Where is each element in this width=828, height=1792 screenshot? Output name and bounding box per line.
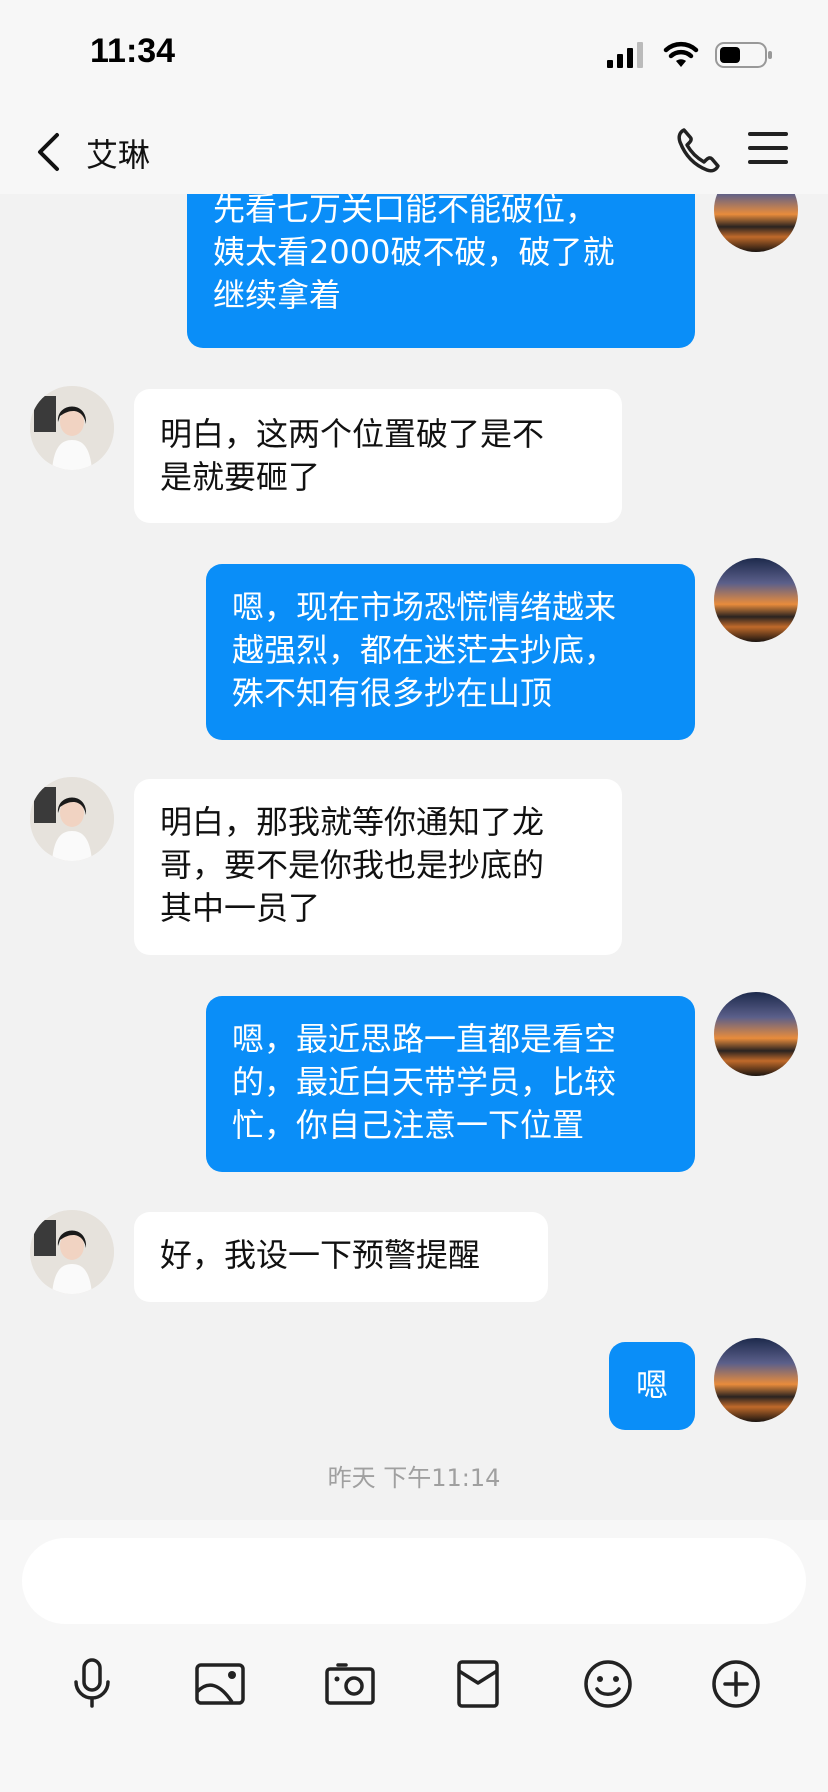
message-line: 哥，要不是你我也是抄底的 xyxy=(160,846,545,884)
plus-icon xyxy=(712,1660,760,1708)
message-bubble[interactable]: 好，我设一下预警提醒 xyxy=(134,1212,548,1302)
emoji-button[interactable] xyxy=(580,1656,636,1712)
avatar-self[interactable] xyxy=(714,992,798,1076)
avatar-self[interactable] xyxy=(714,558,798,642)
message-line: 好，我设一下预警提醒 xyxy=(160,1236,481,1274)
status-time: 11:34 xyxy=(90,32,176,70)
hamburger-icon xyxy=(748,132,788,164)
signal-icon xyxy=(607,42,643,68)
message-line: 嗯 xyxy=(635,1366,668,1404)
contact-photo xyxy=(30,777,114,861)
message-bubble[interactable]: 明白，那我就等你通知了龙 哥，要不是你我也是抄底的 其中一员了 xyxy=(134,779,622,955)
contact-photo xyxy=(30,1210,114,1294)
emoji-icon xyxy=(584,1660,632,1708)
status-icons xyxy=(607,40,773,70)
message-line: 殊不知有很多抄在山顶 xyxy=(232,674,553,712)
chat-screen: 11:34 艾琳 先看七万关口能不能破位， 姨太看2000破不破，破了就 继续拿… xyxy=(0,0,828,1792)
message-line: 明白，这两个位置破了是不 xyxy=(160,415,545,453)
camera-button[interactable] xyxy=(322,1656,378,1712)
message-line: 嗯，现在市场恐慌情绪越来 xyxy=(232,588,617,626)
input-toolbar xyxy=(0,1636,828,1732)
message-line: 明白，那我就等你通知了龙 xyxy=(160,803,545,841)
image-icon xyxy=(195,1663,245,1705)
message-bubble[interactable]: 嗯，最近思路一直都是看空 的，最近白天带学员，比较 忙，你自己注意一下位置 xyxy=(206,996,695,1172)
microphone-icon xyxy=(74,1658,110,1708)
message-line: 是就要砸了 xyxy=(160,458,321,496)
message-line: 其中一员了 xyxy=(160,889,321,927)
call-button[interactable] xyxy=(674,124,722,176)
status-bar: 11:34 xyxy=(0,0,828,110)
voice-button[interactable] xyxy=(64,1656,120,1712)
avatar-contact[interactable] xyxy=(30,1210,114,1294)
more-button[interactable] xyxy=(708,1656,764,1712)
battery-icon xyxy=(715,42,772,68)
contact-photo xyxy=(30,386,114,470)
avatar-self[interactable] xyxy=(714,194,798,252)
message-line: 的，最近白天带学员，比较 xyxy=(232,1063,617,1101)
wifi-icon xyxy=(663,41,699,67)
message-bubble[interactable]: 嗯，现在市场恐慌情绪越来 越强烈，都在迷茫去抄底， 殊不知有很多抄在山顶 xyxy=(206,564,695,740)
back-button[interactable] xyxy=(28,128,68,176)
message-line: 越强烈，都在迷茫去抄底， xyxy=(232,631,617,669)
camera-icon xyxy=(325,1663,375,1705)
input-area xyxy=(0,1520,828,1792)
message-bubble[interactable]: 嗯 xyxy=(609,1342,695,1430)
album-button[interactable] xyxy=(192,1656,248,1712)
menu-button[interactable] xyxy=(746,128,794,172)
avatar-contact[interactable] xyxy=(30,386,114,470)
message-line: 先看七万关口能不能破位， xyxy=(213,194,598,228)
message-bubble[interactable]: 先看七万关口能不能破位， 姨太看2000破不破，破了就 继续拿着 xyxy=(187,194,695,348)
chat-title: 艾琳 xyxy=(86,136,151,174)
avatar-contact[interactable] xyxy=(30,777,114,861)
message-bubble[interactable]: 明白，这两个位置破了是不 是就要砸了 xyxy=(134,389,622,523)
message-line: 忙，你自己注意一下位置 xyxy=(232,1106,585,1144)
message-line: 嗯，最近思路一直都是看空 xyxy=(232,1020,617,1058)
nav-bar: 艾琳 xyxy=(0,110,828,194)
message-line: 继续拿着 xyxy=(213,276,342,314)
red-packet-button[interactable] xyxy=(450,1656,506,1712)
chevron-left-icon xyxy=(38,133,59,171)
message-list[interactable]: 先看七万关口能不能破位， 姨太看2000破不破，破了就 继续拿着 明白，这两个位… xyxy=(0,194,828,1520)
phone-icon xyxy=(677,128,720,173)
red-packet-icon xyxy=(457,1660,499,1708)
avatar-self[interactable] xyxy=(714,1338,798,1422)
message-line: 姨太看2000破不破，破了就 xyxy=(213,233,615,271)
message-timestamp: 昨天 下午11:14 xyxy=(327,1464,501,1492)
message-input[interactable] xyxy=(22,1538,806,1624)
